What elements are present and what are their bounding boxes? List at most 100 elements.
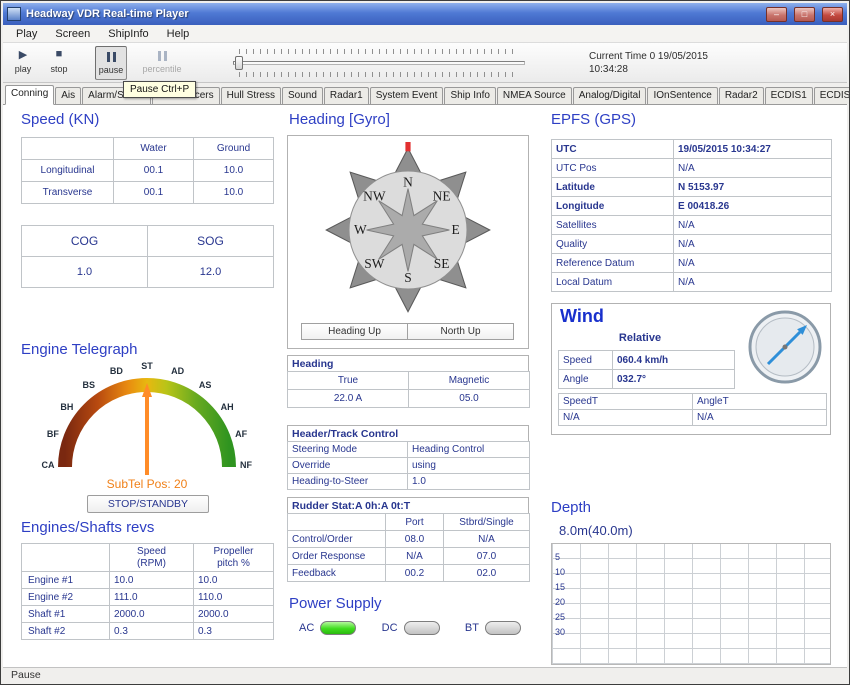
engines-body-label: Shaft #2 (22, 623, 110, 640)
power-label-ac: AC (299, 622, 314, 634)
depth-scale-label: 5 (552, 552, 565, 567)
power-lamp-bt (485, 621, 521, 635)
compass-point-w: W (354, 222, 367, 237)
table-row: Control/Order08.0N/A (288, 531, 530, 548)
rudder-body-stbrd: N/A (444, 531, 530, 548)
minimize-button[interactable]: – (766, 7, 787, 22)
telegraph-scale-ca: CA (42, 460, 55, 470)
telegraph-scale-st: ST (141, 361, 153, 371)
rudder-body-label: Control/Order (288, 531, 386, 548)
stop-standby-button[interactable]: STOP/STANDBY (87, 495, 209, 513)
epfs-body-label: UTC Pos (552, 159, 674, 178)
menu-shipinfo[interactable]: ShipInfo (99, 27, 157, 41)
epfs-body-value: N 5153.97 (674, 178, 832, 197)
toolbar: ▶ play ■ stop pause percentile Current T… (3, 43, 847, 83)
cog-value: 1.0 (22, 257, 148, 288)
tab-ionsentence[interactable]: IOnSentence (647, 87, 717, 104)
tab-hull-stress[interactable]: Hull Stress (221, 87, 281, 104)
table-row: LatitudeN 5153.97 (552, 178, 832, 197)
wind-angle-label: Angle (559, 370, 613, 389)
app-icon (7, 7, 21, 21)
wind-speed-value: 060.4 km/h (613, 351, 735, 370)
rudder-body-port: 08.0 (386, 531, 444, 548)
north-up-button[interactable]: North Up (407, 323, 514, 340)
rudder-body-label: Order Response (288, 548, 386, 565)
play-icon: ▶ (7, 48, 39, 64)
rudder-body-label: Feedback (288, 565, 386, 582)
tab-ship-info[interactable]: Ship Info (444, 87, 495, 104)
tab-analog-digital[interactable]: Analog/Digital (573, 87, 647, 104)
stop-button[interactable]: ■ stop (43, 46, 75, 80)
slider-thumb[interactable] (235, 56, 243, 70)
tab-ais[interactable]: Ais (55, 87, 81, 104)
tab-conning[interactable]: Conning (5, 85, 54, 105)
engines-col-speed: Speed (RPM) (110, 544, 194, 572)
percentile-button-label: percentile (142, 64, 181, 74)
wind-speedt-label: SpeedT (559, 394, 693, 410)
close-button[interactable]: × (822, 7, 843, 22)
sog-value: 12.0 (148, 257, 274, 288)
menu-help[interactable]: Help (158, 27, 199, 41)
speed-body-ground: 10.0 (194, 160, 274, 182)
rudder-table: Port Stbrd/Single Control/Order08.0N/AOr… (287, 513, 530, 582)
rudder-body-port: N/A (386, 548, 444, 565)
telegraph-gauge: CABFBHBSBDSTADASAHAFNF (21, 363, 273, 481)
table-row: Feedback00.202.0 (288, 565, 530, 582)
epfs-body-value: N/A (674, 273, 832, 292)
track-body-label: Heading-to-Steer (288, 474, 408, 490)
tab-sound[interactable]: Sound (282, 87, 323, 104)
heading-col-magnetic: Magnetic (409, 372, 530, 390)
speed-col-blank (22, 138, 114, 160)
maximize-button[interactable]: □ (794, 7, 815, 22)
heading-up-button[interactable]: Heading Up (301, 323, 408, 340)
wind-speedt-value: N/A (559, 410, 693, 426)
engines-body-speed: 2000.0 (110, 606, 194, 623)
compass-point-s: S (404, 270, 411, 285)
engines-body-pitch: 10.0 (194, 572, 274, 589)
wind-angle-value: 032.7° (613, 370, 735, 389)
menu-play[interactable]: Play (7, 27, 46, 41)
status-bar: Pause (3, 667, 847, 684)
table-row: Local DatumN/A (552, 273, 832, 292)
table-row: Overrideusing (288, 458, 530, 474)
stop-icon: ■ (43, 48, 75, 64)
depth-scale-label: 30 (552, 627, 565, 642)
table-row: Transverse00.110.0 (22, 182, 274, 204)
menu-screen[interactable]: Screen (46, 27, 99, 41)
subtel-position: SubTel Pos: 20 (21, 477, 273, 491)
telegraph-scale-bd: BD (110, 366, 123, 376)
wind-speed-label: Speed (559, 351, 613, 370)
depth-scale-label: 25 (552, 612, 565, 627)
tab-nmea-source[interactable]: NMEA Source (497, 87, 572, 104)
power-lamp-dc (404, 621, 440, 635)
tab-radar1[interactable]: Radar1 (324, 87, 369, 104)
power-indicators: ACDCBT (289, 621, 531, 635)
play-button[interactable]: ▶ play (7, 46, 39, 80)
tab-ecdis2[interactable]: ECDIS2 (814, 87, 850, 104)
telegraph-scale-as: AS (199, 380, 212, 390)
gyro-compass-box: NNEESESSWWNW Heading Up North Up (287, 135, 529, 349)
stop-button-label: stop (50, 64, 67, 74)
pause-button[interactable]: pause (95, 46, 127, 80)
timeline-slider[interactable] (233, 49, 525, 77)
table-row: Steering ModeHeading Control (288, 442, 530, 458)
slider-track[interactable] (233, 61, 525, 65)
current-time: Current Time 0 19/05/2015 10:34:28 (589, 50, 708, 76)
depth-panel-title: Depth (551, 499, 591, 516)
status-text: Pause (11, 669, 41, 681)
table-row: UTC PosN/A (552, 159, 832, 178)
compass-point-sw: SW (364, 256, 384, 271)
telegraph-panel-title: Engine Telegraph (21, 341, 137, 358)
telegraph-scale-bs: BS (83, 380, 96, 390)
conning-page: Speed (KN) Water Ground Longitudinal00.1… (3, 105, 847, 667)
tab-ecdis1[interactable]: ECDIS1 (765, 87, 813, 104)
table-row: Reference DatumN/A (552, 254, 832, 273)
table-row: Shaft #20.30.3 (22, 623, 274, 640)
percentile-button: percentile (133, 46, 191, 80)
telegraph-scale-bf: BF (47, 429, 59, 439)
epfs-body-label: Local Datum (552, 273, 674, 292)
tab-radar2[interactable]: Radar2 (719, 87, 764, 104)
tab-system-event[interactable]: System Event (370, 87, 444, 104)
track-control-title: Header/Track Control (287, 425, 529, 442)
telegraph-scale-bh: BH (60, 402, 73, 412)
